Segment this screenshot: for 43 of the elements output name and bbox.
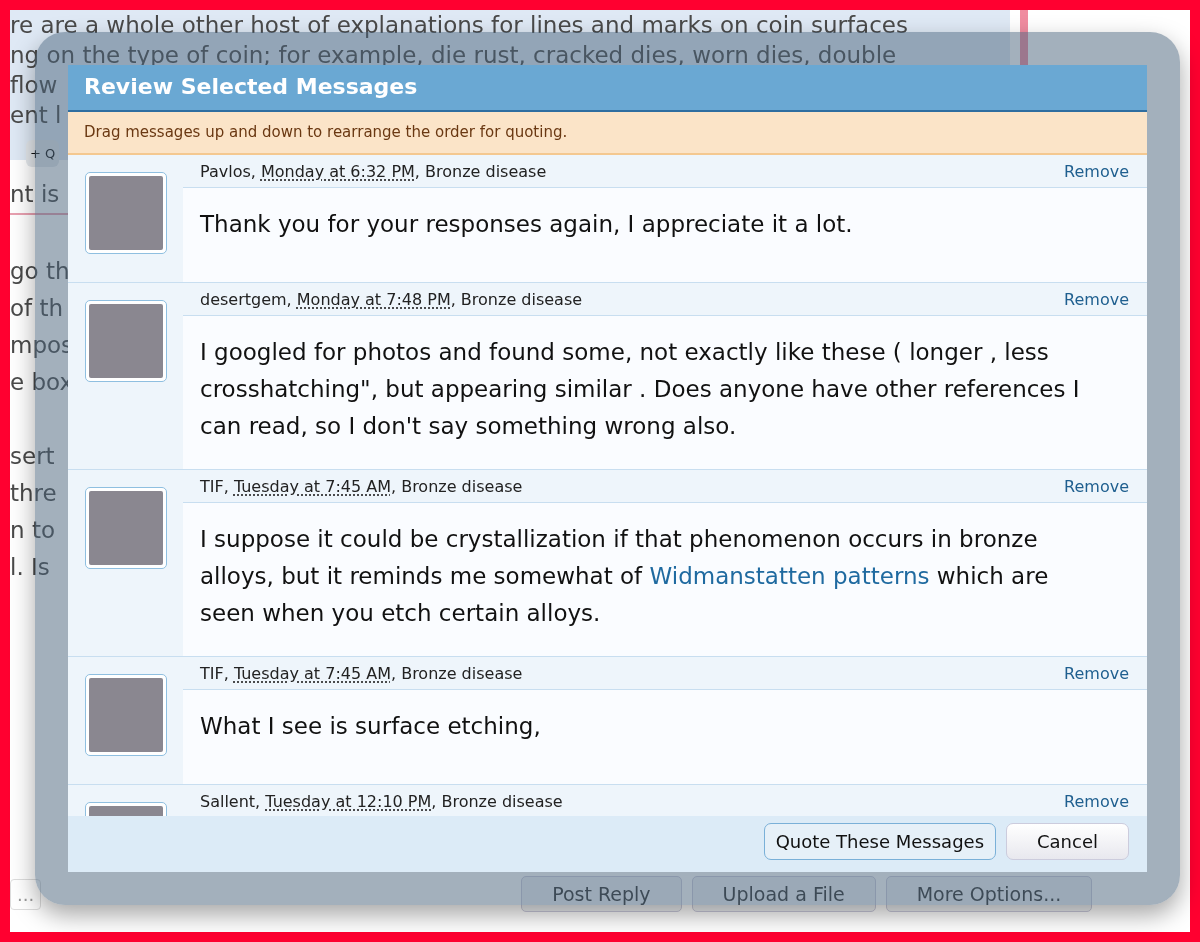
remove-link[interactable]: Remove bbox=[1064, 477, 1129, 496]
paragraph-text-fragment: l. Is bbox=[10, 553, 50, 582]
post-date: Tuesday at 12:10 PM bbox=[265, 792, 432, 811]
paragraph-text-fragment: of th bbox=[10, 294, 64, 323]
thread-title: , Bronze disease bbox=[414, 162, 547, 181]
paragraph-text-fragment: nt is bbox=[10, 180, 60, 209]
thread-title: , Bronze disease bbox=[391, 477, 523, 496]
toolbar-button[interactable]: More Options... bbox=[885, 876, 1093, 912]
remove-link[interactable]: Remove bbox=[1064, 792, 1129, 811]
dialog-title: Review Selected Messages bbox=[68, 65, 1147, 112]
cancel-button[interactable]: Cancel bbox=[1006, 823, 1129, 860]
remove-link[interactable]: Remove bbox=[1064, 290, 1129, 309]
post-date: Monday at 6:32 PM bbox=[260, 162, 415, 181]
author-name: TIF, bbox=[200, 477, 230, 496]
toolbar-button[interactable]: Post Reply bbox=[521, 876, 682, 912]
thread-title: , Bronze disease bbox=[391, 664, 523, 683]
quote-messages-button[interactable]: Quote These Messages bbox=[763, 823, 996, 860]
toolbar-button[interactable]: Upload a File bbox=[691, 876, 876, 912]
post-date: Tuesday at 7:45 AM bbox=[233, 477, 391, 496]
thread-title: , Bronze disease bbox=[431, 792, 563, 811]
message-text: I suppose it could be crystallization if that phenomenon occurs in bronze alloys, but it reminds me somewhat of Widmanstatten patterns which are seen when you etch certain alloys. bbox=[183, 503, 1147, 656]
author-name: desertgem, bbox=[200, 290, 293, 309]
paragraph-text-fragment: n to bbox=[10, 516, 55, 545]
paragraph-text-fragment: thre bbox=[10, 479, 57, 508]
message-link[interactable]: Widmanstatten patterns bbox=[649, 563, 930, 589]
paragraph-text-fragment: re are a whole other host of explanations for lines and marks on coin surfaces bbox=[10, 11, 908, 40]
quote-button[interactable]: + Q bbox=[26, 139, 60, 167]
paragraph-text-fragment: go th bbox=[10, 257, 70, 286]
paragraph-text-fragment: flow bbox=[10, 71, 58, 100]
remove-link[interactable]: Remove bbox=[1064, 664, 1129, 683]
paragraph-text-fragment: ent l bbox=[10, 101, 62, 130]
author-name: TIF, bbox=[200, 664, 230, 683]
message-text: Thank you for your responses again, I appreciate it a lot. bbox=[183, 188, 1147, 282]
post-date: Monday at 7:48 PM bbox=[296, 290, 451, 309]
paragraph-text-fragment: sert bbox=[10, 442, 55, 471]
thread-title: , Bronze disease bbox=[450, 290, 583, 309]
message-text: I googled for photos and found some, not exactly like these ( longer , less crosshatching", but appearing similar . Does anyone have other references I can read, so I don't say something wrong also. bbox=[183, 316, 1147, 469]
author-name: Sallent, bbox=[200, 792, 262, 811]
post-date: Tuesday at 7:45 AM bbox=[233, 664, 391, 683]
notice-bar: Drag messages up and down to rearrange the order for quoting. bbox=[68, 112, 1147, 155]
message-text: What I see is surface etching, bbox=[183, 690, 1147, 784]
remove-link[interactable]: Remove bbox=[1064, 162, 1129, 181]
author-name: Pavlos, bbox=[200, 162, 257, 181]
